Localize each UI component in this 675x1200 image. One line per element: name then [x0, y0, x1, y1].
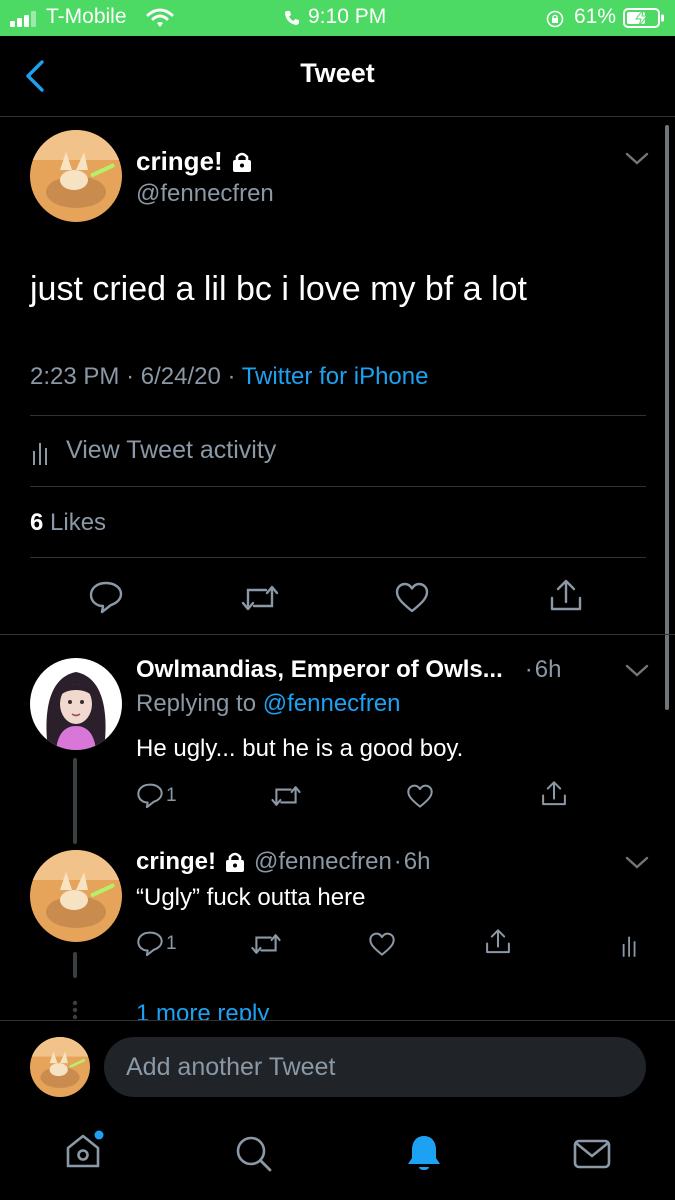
- battery-charging-icon: [623, 8, 665, 28]
- orientation-lock-icon: [546, 10, 564, 28]
- view-activity-label: View Tweet activity: [66, 436, 277, 464]
- more-replies-link[interactable]: 1 more reply: [136, 1000, 269, 1020]
- tab-search[interactable]: [234, 1134, 274, 1174]
- divider: [30, 486, 646, 487]
- likes-count[interactable]: 6 Likes: [30, 509, 106, 537]
- share-icon: [542, 781, 566, 806]
- reply-display-name: Owlmandias, Emperor of Owls...: [136, 656, 503, 683]
- tab-home[interactable]: [64, 1130, 106, 1172]
- carrier-label: T-Mobile: [46, 5, 127, 28]
- thread-dots: [72, 1000, 78, 1020]
- reply-handle: @fennecfren: [254, 848, 392, 875]
- retweet-button[interactable]: [240, 582, 280, 614]
- share-icon: [550, 579, 582, 611]
- thread-line: [73, 758, 77, 844]
- tab-bar: [0, 1110, 675, 1200]
- reply-age: 6h: [534, 656, 562, 683]
- reply-count: 1: [166, 784, 177, 806]
- replying-to-label: Replying to: [136, 690, 257, 717]
- reply-icon: [137, 783, 163, 809]
- heart-icon: [395, 582, 429, 613]
- nav-bar: Tweet: [0, 36, 675, 117]
- reply-age: 6h: [403, 848, 431, 875]
- tweet-meta: 2:23 PM · 6/24/20 · Twitter for iPhone: [30, 363, 429, 390]
- share-button[interactable]: [484, 928, 512, 956]
- like-button[interactable]: [394, 582, 430, 614]
- divider: [0, 634, 675, 635]
- tab-messages[interactable]: [572, 1138, 612, 1170]
- author-name-row[interactable]: cringe!: [136, 146, 253, 177]
- tweet-text: just cried a lil bc i love my bf a lot: [30, 270, 527, 308]
- status-bar: T-Mobile 9:10 PM 61%: [0, 0, 675, 36]
- reply-options-button[interactable]: [624, 854, 650, 872]
- retweet-button[interactable]: [270, 783, 302, 809]
- reply-button[interactable]: 1: [136, 782, 177, 809]
- share-icon: [486, 929, 510, 954]
- wifi-icon: [146, 8, 174, 28]
- retweet-icon: [251, 934, 281, 954]
- retweet-icon: [241, 585, 279, 611]
- battery-percent: 61%: [574, 5, 617, 28]
- reply-header[interactable]: cringe! @fennecfren · 6h: [136, 848, 431, 876]
- analytics-icon: [622, 936, 636, 957]
- retweet-button[interactable]: [250, 931, 282, 957]
- tweet-date: 6/24/20: [140, 363, 221, 390]
- share-button[interactable]: [548, 578, 584, 614]
- reply-activity-button[interactable]: [620, 930, 640, 958]
- reply-options-button[interactable]: [624, 662, 650, 680]
- tweet-source-link[interactable]: Twitter for iPhone: [242, 363, 429, 390]
- cellular-signal-icon: [10, 11, 38, 27]
- reply-header[interactable]: Owlmandias, Emperor of Owls... · 6h: [136, 656, 626, 684]
- replying-to-line: Replying to @fennecfren: [136, 690, 401, 718]
- compose-bar: Add another Tweet: [0, 1020, 675, 1111]
- divider: [30, 415, 646, 416]
- chevron-down-icon: [625, 856, 649, 869]
- reply-icon: [137, 931, 163, 957]
- clock-time: 9:10 PM: [308, 5, 387, 28]
- reply-text: “Ugly” fuck outta here: [136, 884, 366, 911]
- heart-icon: [369, 932, 395, 956]
- chevron-down-icon: [625, 152, 649, 165]
- reply-icon: [89, 581, 123, 614]
- compose-avatar: [30, 1037, 90, 1097]
- phone-call-icon: [284, 10, 300, 26]
- author-avatar[interactable]: [30, 130, 122, 222]
- reply-button[interactable]: [88, 580, 124, 614]
- reply-text: He ugly... but he is a good boy.: [136, 735, 464, 762]
- likes-number: 6: [30, 509, 44, 536]
- scrollbar[interactable]: [665, 125, 669, 710]
- likes-label: Likes: [50, 509, 107, 536]
- lock-icon: [231, 151, 253, 173]
- reply-avatar[interactable]: [30, 658, 122, 750]
- reply-button[interactable]: 1: [136, 930, 177, 957]
- author-handle[interactable]: @fennecfren: [136, 180, 274, 208]
- retweet-icon: [271, 786, 301, 806]
- compose-placeholder: Add another Tweet: [126, 1053, 336, 1081]
- page-title: Tweet: [300, 58, 375, 88]
- share-button[interactable]: [540, 780, 568, 808]
- reply-display-name: cringe!: [136, 848, 217, 875]
- more-replies-clip: 1 more reply: [136, 990, 436, 1020]
- lock-icon: [224, 851, 246, 873]
- like-button[interactable]: [406, 784, 434, 809]
- thread-line: [73, 952, 77, 978]
- reply-count: 1: [166, 932, 177, 954]
- search-icon: [236, 1136, 272, 1172]
- analytics-icon: [30, 437, 52, 465]
- bell-icon: [408, 1136, 440, 1170]
- view-tweet-activity[interactable]: View Tweet activity: [30, 436, 276, 465]
- divider: [30, 557, 646, 558]
- compose-input[interactable]: Add another Tweet: [104, 1037, 646, 1097]
- heart-icon: [407, 784, 433, 808]
- chevron-down-icon: [625, 664, 649, 677]
- tab-notifications[interactable]: [404, 1132, 444, 1174]
- like-button[interactable]: [368, 932, 396, 957]
- replying-to-handle[interactable]: @fennecfren: [263, 690, 401, 717]
- home-icon: [66, 1130, 104, 1168]
- tweet-time: 2:23 PM: [30, 363, 120, 390]
- reply-avatar[interactable]: [30, 850, 122, 942]
- author-display-name: cringe!: [136, 146, 223, 176]
- tweet-options-button[interactable]: [624, 150, 650, 168]
- mail-icon: [573, 1139, 611, 1169]
